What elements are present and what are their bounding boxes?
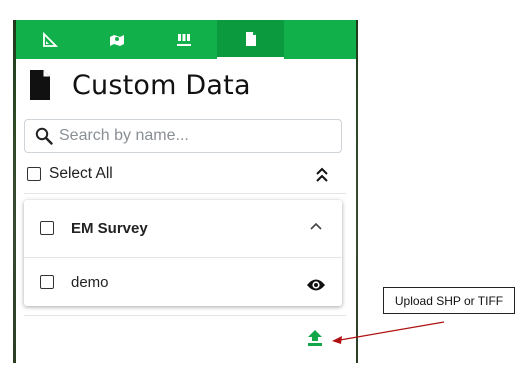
layer-item: demo — [24, 258, 342, 306]
search-icon — [35, 127, 53, 145]
collapse-all-icon[interactable] — [314, 166, 330, 184]
layer-item-checkbox[interactable] — [40, 275, 54, 289]
divider — [24, 315, 346, 316]
page-title: Custom Data — [72, 69, 251, 101]
document-icon — [30, 70, 50, 100]
custom-data-panel: Custom Data Select All EM Survey demo — [16, 20, 356, 363]
map-layers-icon — [109, 34, 124, 46]
select-all-checkbox[interactable] — [27, 167, 41, 181]
ruler-icon — [42, 31, 58, 47]
panel-header: Custom Data — [30, 68, 251, 102]
layer-group-checkbox[interactable] — [40, 221, 54, 235]
eye-icon[interactable] — [306, 278, 326, 292]
search-box[interactable] — [24, 119, 342, 153]
field-markers-icon — [176, 33, 191, 46]
select-all-label: Select All — [49, 165, 113, 182]
upload-icon[interactable] — [306, 329, 324, 346]
tab-custom-data[interactable] — [217, 20, 284, 59]
tab-measure[interactable] — [16, 20, 83, 59]
layer-group-card: EM Survey demo — [24, 200, 342, 306]
tab-bar — [16, 20, 356, 59]
document-icon — [245, 31, 256, 46]
tab-layers[interactable] — [83, 20, 150, 59]
chevron-up-icon[interactable] — [310, 222, 322, 230]
layer-item-name: demo — [71, 273, 109, 291]
layer-group-name: EM Survey — [71, 219, 148, 237]
divider — [24, 193, 346, 194]
annotation-callout: Upload SHP or TIFF — [383, 287, 515, 314]
select-all-row: Select All — [27, 165, 113, 183]
tab-markers[interactable] — [150, 20, 217, 59]
layer-group-header[interactable]: EM Survey — [24, 200, 342, 256]
search-input[interactable] — [57, 126, 331, 146]
